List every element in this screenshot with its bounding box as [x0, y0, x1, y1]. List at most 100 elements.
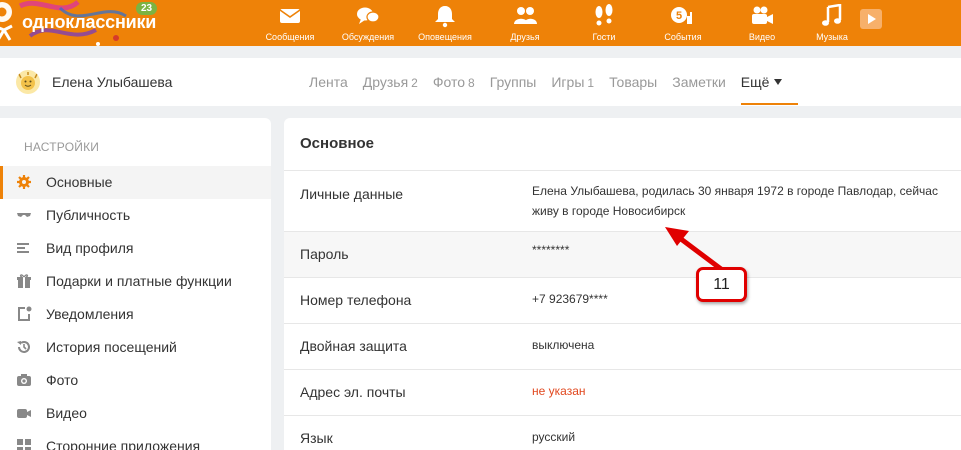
- camera-icon: [17, 374, 31, 386]
- sidebar-item-main[interactable]: Основные: [0, 166, 271, 199]
- section-title: Основное: [300, 135, 375, 152]
- sidebar-item-label: История посещений: [46, 339, 177, 355]
- tab-friends-label: Друзья: [362, 74, 409, 90]
- logo-notification-badge: 23: [136, 2, 158, 15]
- chat-bubbles-icon: [357, 7, 380, 24]
- events-icon: 5: [671, 7, 692, 24]
- tab-photos-label: Фото: [432, 74, 466, 90]
- sidebar-item-label: Сторонние приложения: [46, 438, 201, 450]
- tab-friends-count: 2: [411, 76, 418, 90]
- row-value-line: Елена Улыбашева, родилась 30 января 1972…: [532, 184, 938, 198]
- settings-row-password[interactable]: Пароль ********: [284, 231, 961, 277]
- sidebar-item-label: Вид профиля: [46, 240, 134, 256]
- settings-row-two-factor[interactable]: Двойная защита выключена: [284, 323, 961, 369]
- settings-row-personal-data[interactable]: Личные данные Елена Улыбашева, родилась …: [284, 170, 961, 231]
- sidebar-item-third-party-apps[interactable]: Сторонние приложения: [0, 430, 271, 450]
- nav-notifications[interactable]: Оповещения: [405, 4, 485, 42]
- tab-friends[interactable]: Друзья 2: [363, 74, 418, 90]
- nav-guests-label: Гости: [592, 32, 616, 42]
- tab-more-label: Ещё: [740, 74, 770, 90]
- nav-discussions-label: Обсуждения: [341, 32, 395, 42]
- tab-photos-count: 8: [468, 76, 475, 90]
- sidebar-item-gifts[interactable]: Подарки и платные функции: [0, 265, 271, 298]
- profile-header: Елена Улыбашева Лента Друзья 2 Фото 8 Группы И…: [0, 58, 961, 106]
- sidebar-item-notifications[interactable]: Уведомления: [0, 298, 271, 331]
- row-label: Личные данные: [300, 186, 404, 202]
- row-value: выключена: [532, 338, 595, 352]
- nav-guests[interactable]: Гости: [564, 4, 644, 42]
- profile-tabs: Лента Друзья 2 Фото 8 Группы Игры 1 Товары Заметк…: [309, 74, 798, 105]
- music-note-icon: [822, 4, 842, 26]
- sidebar-item-visit-history[interactable]: История посещений: [0, 331, 271, 364]
- sidebar-title: НАСТРОЙКИ: [24, 140, 100, 154]
- chevron-down-icon: [774, 79, 783, 85]
- notification-icon: [18, 306, 32, 321]
- history-icon: [17, 341, 30, 353]
- row-label: Двойная защита: [300, 338, 407, 354]
- tab-feed[interactable]: Лента: [309, 74, 348, 90]
- settings-row-email[interactable]: Адрес эл. почты не указан: [284, 369, 961, 415]
- nav-music-label: Музыка: [816, 32, 848, 42]
- glasses-icon: [17, 213, 31, 217]
- bell-icon: [435, 6, 455, 28]
- settings-row-language[interactable]: Язык русский: [284, 415, 961, 450]
- video-icon: [17, 409, 31, 418]
- nav-friends-label: Друзья: [510, 32, 540, 42]
- settings-sidebar: НАСТРОЙКИ Основные Публичность Вид профи…: [0, 118, 271, 450]
- row-value: +7 923679****: [532, 292, 608, 306]
- row-value: русский: [532, 430, 576, 444]
- sidebar-item-label: Основные: [46, 174, 113, 190]
- nav-events[interactable]: 5 События: [643, 4, 723, 42]
- friends-icon: [514, 7, 537, 24]
- nav-notifications-label: Оповещения: [418, 32, 472, 42]
- row-label: Адрес эл. почты: [300, 384, 406, 400]
- envelope-icon: [279, 9, 301, 23]
- row-label: Пароль: [300, 246, 349, 262]
- nav-events-label: События: [664, 32, 702, 42]
- nav-discussions[interactable]: Обсуждения: [328, 4, 408, 42]
- row-value: Елена Улыбашева, родилась 30 января 1972…: [532, 181, 938, 221]
- tab-notes-label: Заметки: [672, 74, 726, 90]
- sidebar-item-profile-view[interactable]: Вид профиля: [0, 232, 271, 265]
- nav-video-label: Видео: [748, 32, 776, 42]
- avatar-image-icon: [18, 72, 38, 90]
- play-icon[interactable]: [860, 9, 882, 29]
- nav-friends[interactable]: Друзья: [485, 4, 565, 42]
- nav-video[interactable]: Видео: [722, 4, 802, 42]
- site-logo[interactable]: одноклассники: [22, 12, 156, 33]
- tab-goods-label: Товары: [609, 74, 658, 90]
- sidebar-item-label: Уведомления: [46, 306, 134, 322]
- top-navigation-bar: одноклассники 23 Сообщения Обсуждения Оп…: [0, 0, 961, 46]
- video-camera-icon: [752, 6, 773, 24]
- tab-games-count: 1: [587, 76, 595, 90]
- tab-goods[interactable]: Товары: [609, 74, 657, 90]
- sidebar-item-label: Фото: [46, 372, 79, 388]
- avatar[interactable]: [16, 70, 40, 94]
- row-label: Язык: [300, 430, 333, 446]
- tab-games-label: Игры: [551, 74, 585, 90]
- profile-name[interactable]: Елена Улыбашева: [52, 74, 172, 90]
- tab-photos[interactable]: Фото 8: [433, 74, 475, 90]
- tab-more[interactable]: Ещё: [740, 74, 798, 105]
- sidebar-item-photo[interactable]: Фото: [0, 364, 271, 397]
- nav-messages-label: Сообщения: [265, 32, 315, 42]
- layout-lines-icon: [17, 243, 29, 253]
- footprints-icon: [595, 4, 613, 26]
- annotation-number-label: 11: [696, 267, 747, 302]
- row-label: Номер телефона: [300, 292, 412, 308]
- sidebar-item-label: Подарки и платные функции: [46, 273, 232, 289]
- gift-icon: [17, 274, 31, 288]
- tab-groups-label: Группы: [489, 74, 537, 90]
- tab-notes[interactable]: Заметки: [672, 74, 726, 90]
- sidebar-item-publicity[interactable]: Публичность: [0, 199, 271, 232]
- sidebar-item-label: Публичность: [46, 207, 131, 223]
- tab-groups[interactable]: Группы: [490, 74, 537, 90]
- events-badge: 5: [676, 10, 682, 22]
- nav-messages[interactable]: Сообщения: [250, 4, 330, 42]
- main-settings-panel: Основное Личные данные Елена Улыбашева, …: [284, 118, 961, 450]
- settings-row-phone[interactable]: Номер телефона +7 923679****: [284, 277, 961, 323]
- tab-feed-label: Лента: [309, 74, 348, 90]
- sidebar-item-video[interactable]: Видео: [0, 397, 271, 430]
- tab-games[interactable]: Игры 1: [551, 74, 594, 90]
- gear-icon: [17, 175, 31, 189]
